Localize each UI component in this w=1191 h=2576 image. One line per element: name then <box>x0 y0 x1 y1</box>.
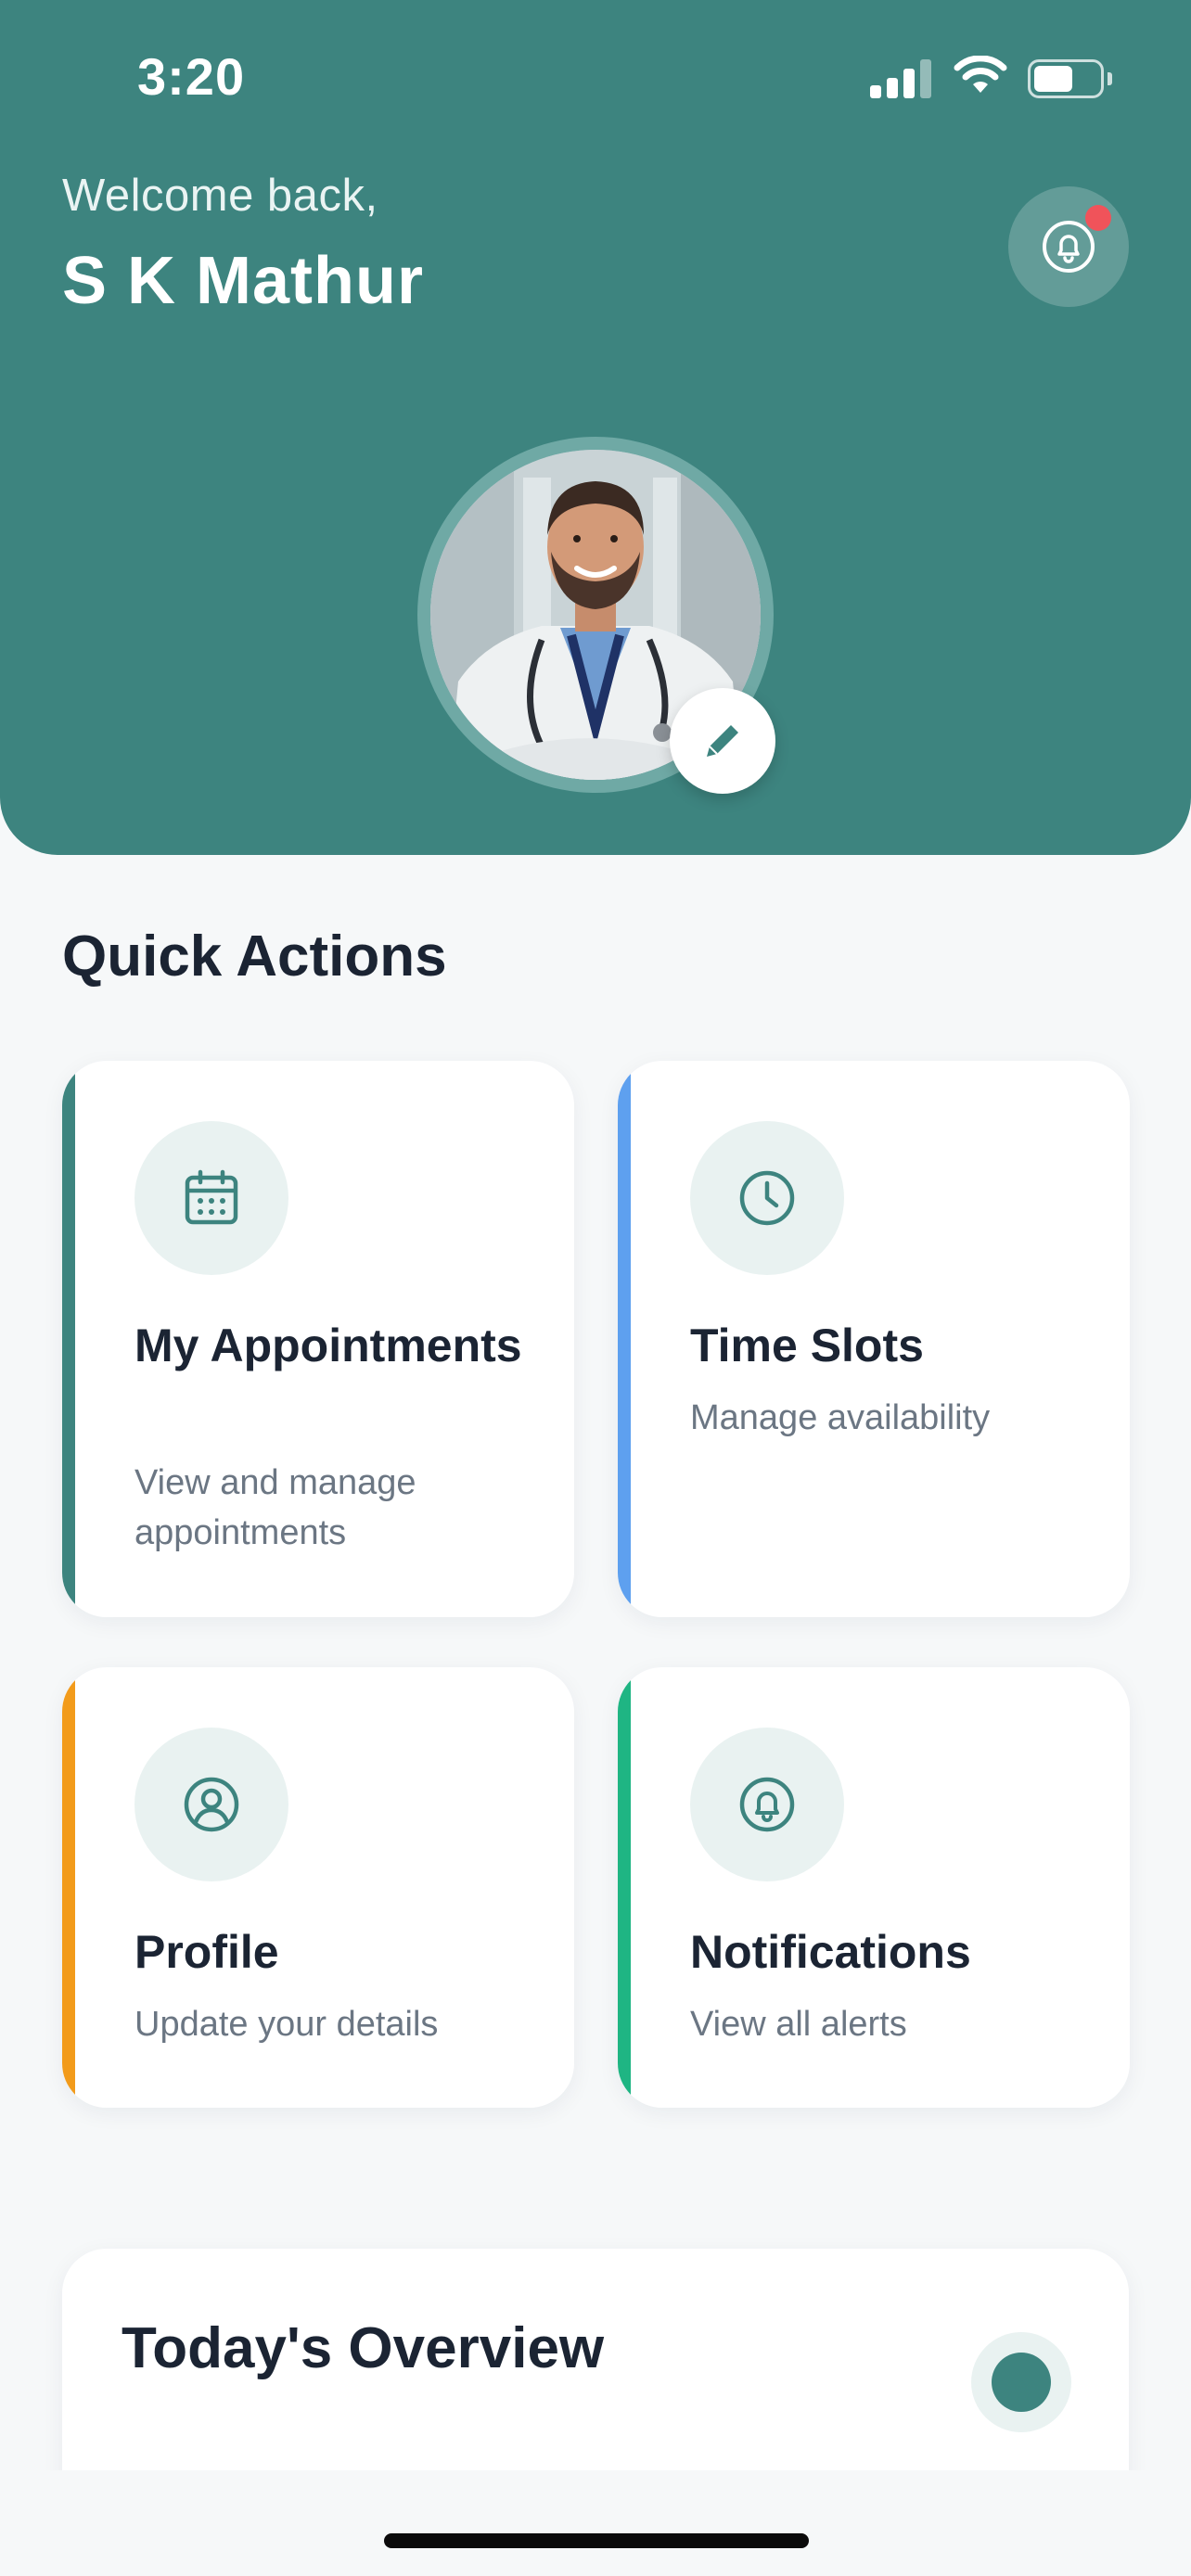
card-notifications[interactable]: Notifications View all alerts <box>618 1667 1130 2108</box>
card-accent-bar <box>618 1667 631 2108</box>
card-accent-bar <box>62 1667 75 2108</box>
status-bar: 3:20 <box>0 0 1191 158</box>
card-accent-bar <box>62 1061 75 1617</box>
card-title: My Appointments <box>134 1320 522 1371</box>
notification-badge-dot <box>1085 205 1111 231</box>
quick-actions-title: Quick Actions <box>62 925 447 988</box>
clock-icon <box>690 1121 844 1275</box>
battery-icon <box>1028 59 1112 98</box>
wifi-icon <box>954 56 1007 93</box>
card-description: Manage availability <box>690 1398 991 1437</box>
user-circle-icon <box>134 1728 288 1881</box>
card-time-slots[interactable]: Time Slots Manage availability <box>618 1061 1130 1617</box>
card-title: Notifications <box>690 1926 971 1978</box>
card-accent-bar <box>618 1061 631 1617</box>
header: 3:20 Welcome back, S K Mathur <box>0 0 1191 855</box>
card-description: View and manage appointments <box>134 1463 416 1552</box>
card-title: Time Slots <box>690 1320 924 1371</box>
edit-avatar-button[interactable] <box>670 688 775 794</box>
card-description: View all alerts <box>690 2005 907 2044</box>
calendar-icon <box>134 1121 288 1275</box>
welcome-text: Welcome back, <box>62 171 378 221</box>
todays-overview-card: Today's Overview <box>62 2249 1129 2508</box>
card-my-appointments[interactable]: My Appointments View and manage appointm… <box>62 1061 574 1617</box>
cellular-signal-icon <box>870 59 931 98</box>
card-title: Profile <box>134 1926 279 1978</box>
card-description: Update your details <box>134 2005 439 2044</box>
user-name: S K Mathur <box>62 244 425 318</box>
bottom-safe-area <box>0 2470 1191 2576</box>
bell-icon <box>690 1728 844 1881</box>
card-profile[interactable]: Profile Update your details <box>62 1667 574 2108</box>
status-time: 3:20 <box>137 47 246 106</box>
overview-title: Today's Overview <box>122 2316 605 2380</box>
notifications-button[interactable] <box>1008 186 1129 307</box>
home-indicator[interactable] <box>384 2533 809 2548</box>
bell-icon <box>1043 221 1095 273</box>
status-indicator-icon <box>971 2332 1071 2432</box>
pencil-icon <box>707 725 738 757</box>
